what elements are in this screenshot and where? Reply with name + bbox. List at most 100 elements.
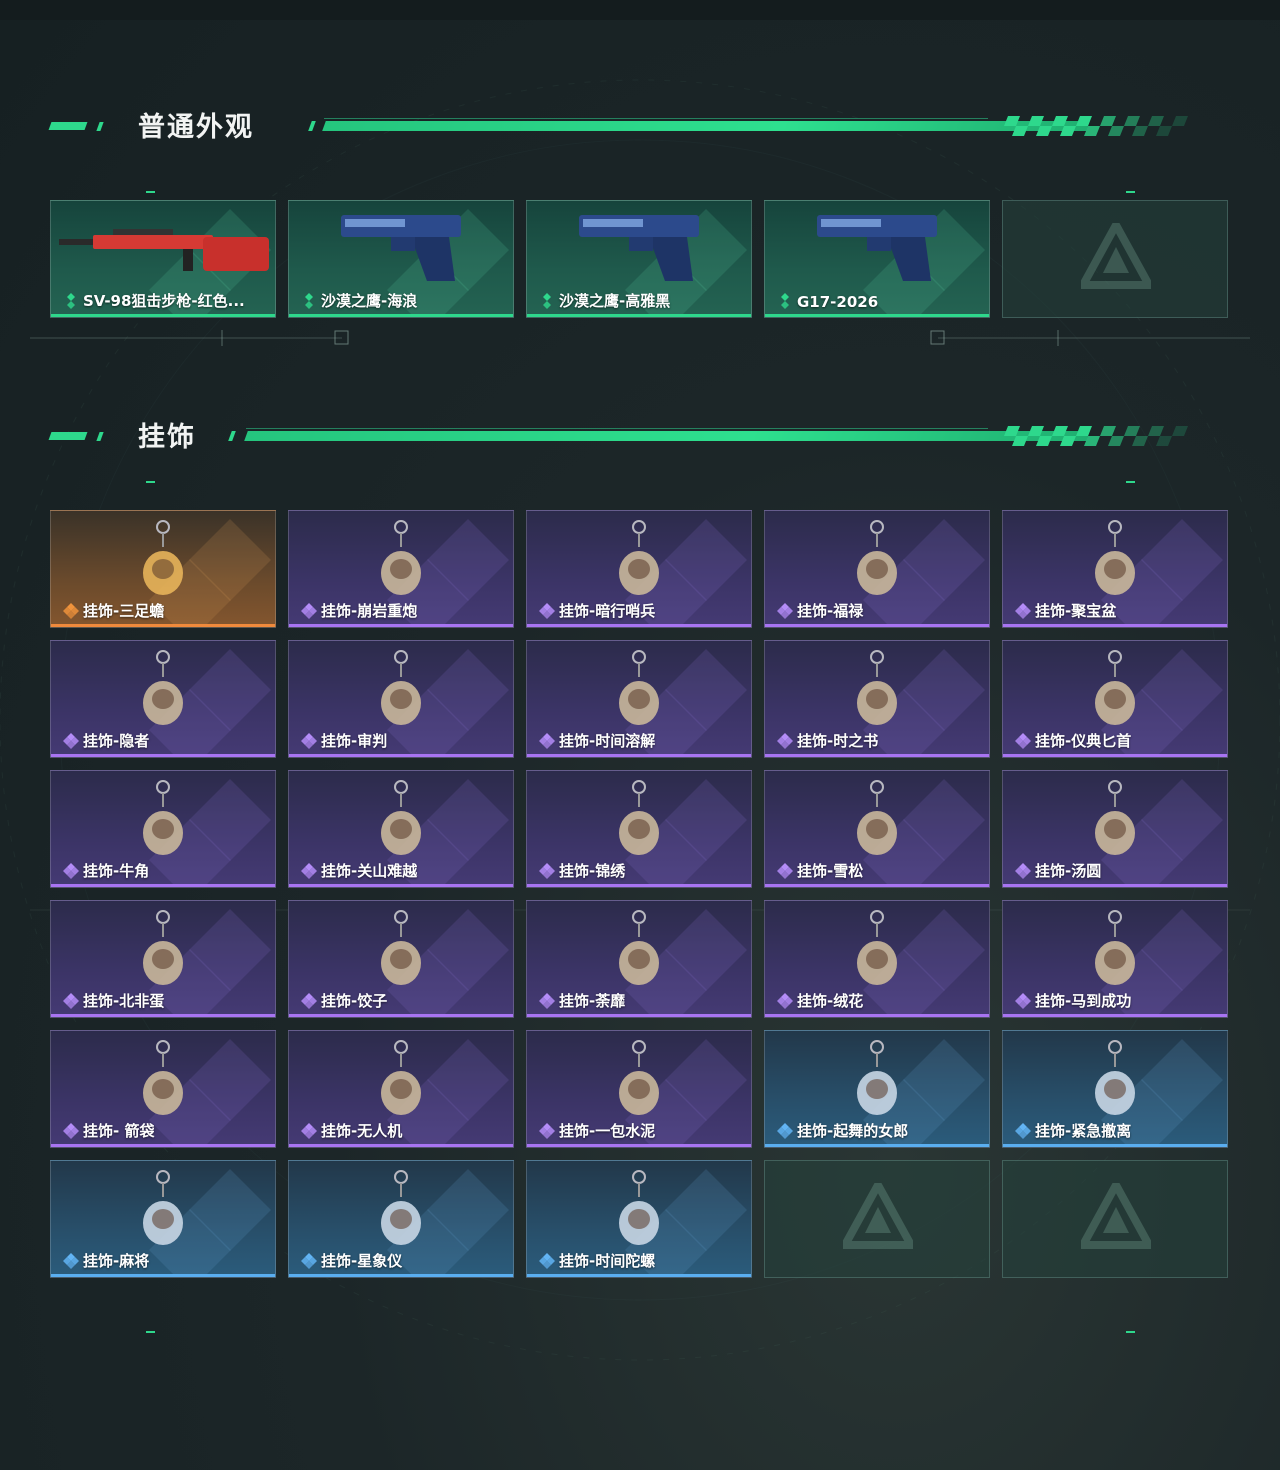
header-dash bbox=[96, 122, 104, 131]
charm-plate-icon bbox=[143, 910, 183, 985]
sniper-rifle-icon bbox=[59, 229, 269, 271]
item-label: 挂饰-崩岩重炮 bbox=[321, 602, 418, 620]
item-card[interactable]: 沙漠之鹰-高雅黑 bbox=[526, 200, 752, 318]
charm-clock-icon bbox=[619, 650, 659, 725]
rarity-bar bbox=[51, 1144, 275, 1147]
rarity-bar bbox=[765, 1014, 989, 1017]
item-card[interactable]: 挂饰-时之书 bbox=[764, 640, 990, 758]
header-thin-line bbox=[324, 118, 988, 119]
charm-quiver-icon bbox=[143, 1040, 183, 1115]
corner-marker bbox=[1126, 191, 1135, 193]
rarity-bar bbox=[289, 1144, 513, 1147]
item-card[interactable]: 挂饰-关山难越 bbox=[288, 770, 514, 888]
item-label: 挂饰-福禄 bbox=[797, 602, 864, 620]
item-card[interactable]: 挂饰-时间陀螺 bbox=[526, 1160, 752, 1278]
rarity-icon bbox=[63, 1123, 79, 1139]
item-card[interactable]: 挂饰-绒花 bbox=[764, 900, 990, 1018]
item-card[interactable]: SV-98狙击步枪-红色... bbox=[50, 200, 276, 318]
charm-figure-icon bbox=[619, 520, 659, 595]
rarity-bar bbox=[765, 754, 989, 757]
item-card[interactable]: 沙漠之鹰-海浪 bbox=[288, 200, 514, 318]
section-title: 普通外观 bbox=[138, 112, 254, 143]
rarity-bar bbox=[289, 314, 513, 317]
rarity-icon bbox=[63, 733, 79, 749]
charm-butterfly-icon bbox=[619, 780, 659, 855]
pistol-icon bbox=[817, 215, 937, 281]
item-label: SV-98狙击步枪-红色... bbox=[83, 292, 245, 310]
rarity-icon bbox=[539, 1253, 555, 1269]
charm-card-icon bbox=[143, 650, 183, 725]
header-thin-line bbox=[246, 428, 988, 429]
item-card[interactable]: 挂饰-聚宝盆 bbox=[1002, 510, 1228, 628]
item-card[interactable]: 挂饰-崩岩重炮 bbox=[288, 510, 514, 628]
charm-bowl-icon bbox=[1095, 780, 1135, 855]
item-label: 挂饰-时之书 bbox=[797, 732, 879, 750]
item-label: 挂饰-绒花 bbox=[797, 992, 864, 1010]
charm-dagger-icon bbox=[1095, 650, 1135, 725]
rarity-icon bbox=[539, 603, 555, 619]
rarity-icon bbox=[777, 1123, 793, 1139]
rarity-bar bbox=[289, 754, 513, 757]
item-card[interactable]: 挂饰-雪松 bbox=[764, 770, 990, 888]
item-card[interactable]: 挂饰-北非蛋 bbox=[50, 900, 276, 1018]
rarity-bar bbox=[1003, 884, 1227, 887]
game-logo-icon bbox=[843, 1183, 913, 1249]
pistol-icon bbox=[579, 215, 699, 281]
item-card[interactable]: 挂饰-隐者 bbox=[50, 640, 276, 758]
item-label: 挂饰-星象仪 bbox=[321, 1252, 403, 1270]
item-card[interactable]: 挂饰-星象仪 bbox=[288, 1160, 514, 1278]
rarity-icon bbox=[543, 293, 551, 309]
rarity-bar bbox=[51, 314, 275, 317]
item-card[interactable]: 挂饰-马到成功 bbox=[1002, 900, 1228, 1018]
rarity-icon bbox=[1015, 1123, 1031, 1139]
rarity-bar bbox=[527, 624, 751, 627]
item-card[interactable]: 挂饰-审判 bbox=[288, 640, 514, 758]
item-label: 挂饰-麻将 bbox=[83, 1252, 150, 1270]
header-dash bbox=[96, 432, 104, 441]
item-card[interactable]: 挂饰-牛角 bbox=[50, 770, 276, 888]
item-card[interactable]: 挂饰-汤圆 bbox=[1002, 770, 1228, 888]
item-card[interactable]: 挂饰-荼靡 bbox=[526, 900, 752, 1018]
rarity-bar bbox=[289, 1274, 513, 1277]
item-label: 挂饰-汤圆 bbox=[1035, 862, 1102, 880]
rarity-bar bbox=[765, 314, 989, 317]
item-card[interactable]: 挂饰-锦绣 bbox=[526, 770, 752, 888]
item-card[interactable]: 挂饰-饺子 bbox=[288, 900, 514, 1018]
item-card[interactable]: 挂饰- 箭袋 bbox=[50, 1030, 276, 1148]
rarity-bar bbox=[1003, 624, 1227, 627]
corner-marker bbox=[146, 481, 155, 483]
item-card[interactable]: 挂饰-三足蟾 bbox=[50, 510, 276, 628]
header-dash bbox=[48, 432, 88, 440]
top-bar bbox=[0, 0, 1280, 20]
item-card[interactable]: 挂饰-麻将 bbox=[50, 1160, 276, 1278]
section-title: 挂饰 bbox=[138, 422, 196, 453]
empty-slot bbox=[1002, 200, 1228, 318]
rarity-bar bbox=[765, 884, 989, 887]
rarity-icon bbox=[539, 993, 555, 1009]
rarity-bar bbox=[527, 314, 751, 317]
item-label: G17-2026 bbox=[797, 293, 879, 311]
charm-book-icon bbox=[857, 650, 897, 725]
empty-slot bbox=[764, 1160, 990, 1278]
item-card[interactable]: G17-2026 bbox=[764, 200, 990, 318]
item-label: 挂饰-审判 bbox=[321, 732, 388, 750]
item-card[interactable]: 挂饰-暗行哨兵 bbox=[526, 510, 752, 628]
charm-top-icon bbox=[619, 1170, 659, 1245]
item-card[interactable]: 挂饰-起舞的女郎 bbox=[764, 1030, 990, 1148]
item-card[interactable]: 挂饰-无人机 bbox=[288, 1030, 514, 1148]
rarity-icon bbox=[777, 993, 793, 1009]
item-card[interactable]: 挂饰-仪典匕首 bbox=[1002, 640, 1228, 758]
charm-figure-icon bbox=[381, 520, 421, 595]
item-card[interactable]: 挂饰-紧急撤离 bbox=[1002, 1030, 1228, 1148]
item-card[interactable]: 挂饰-时间溶解 bbox=[526, 640, 752, 758]
item-label: 挂饰-关山难越 bbox=[321, 862, 418, 880]
charm-card-icon bbox=[381, 650, 421, 725]
item-label: 挂饰-马到成功 bbox=[1035, 992, 1132, 1010]
item-card[interactable]: 挂饰-一包水泥 bbox=[526, 1030, 752, 1148]
rarity-icon bbox=[1015, 863, 1031, 879]
item-label: 挂饰-时间陀螺 bbox=[559, 1252, 656, 1270]
corner-marker bbox=[1126, 481, 1135, 483]
item-card[interactable]: 挂饰-福禄 bbox=[764, 510, 990, 628]
rarity-bar bbox=[289, 624, 513, 627]
corner-marker bbox=[146, 191, 155, 193]
